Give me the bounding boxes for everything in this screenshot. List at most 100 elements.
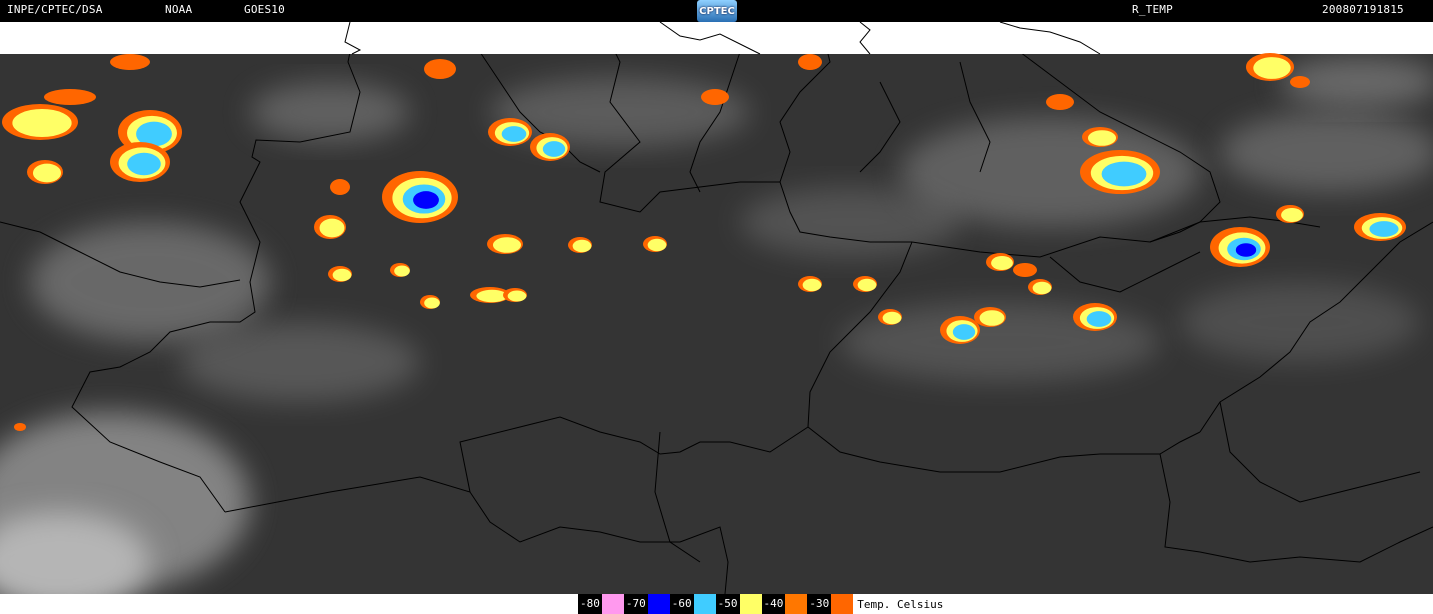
legend-item: -60	[669, 594, 716, 614]
cell-layer	[1290, 76, 1310, 88]
logo-text: CPTEC	[699, 5, 735, 17]
storm-cell	[44, 89, 96, 105]
cell-layer	[1013, 263, 1037, 277]
cell-layer	[424, 297, 440, 309]
storm-cell	[330, 179, 350, 195]
cell-layer	[44, 89, 96, 105]
storm-cell	[974, 307, 1006, 327]
cell-layer	[1235, 243, 1257, 257]
legend-item: -50	[715, 594, 762, 614]
storm-cell	[1028, 279, 1052, 295]
storm-cell	[530, 133, 570, 161]
legend-swatch	[739, 594, 762, 614]
cell-layer	[413, 191, 439, 209]
storm-cell	[1082, 127, 1118, 147]
storm-cell	[1276, 205, 1304, 223]
storm-cell	[1290, 76, 1310, 88]
legend-label: -80	[578, 594, 602, 614]
storm-cell	[986, 253, 1014, 271]
timestamp-label: 200807191815	[1322, 3, 1404, 16]
cell-layer	[1087, 130, 1117, 146]
legend-item: -30	[807, 594, 854, 614]
storm-cell	[798, 276, 822, 292]
legend-label: -40	[761, 594, 786, 614]
cell-layer	[492, 237, 522, 253]
cell-layer	[110, 54, 150, 70]
cell-layer	[330, 179, 350, 195]
storm-cell	[27, 160, 63, 184]
storm-cell	[503, 288, 527, 302]
legend-item: -80	[578, 594, 624, 614]
cell-layer	[476, 289, 508, 303]
storm-cell	[488, 118, 532, 146]
cell-layer	[1032, 281, 1052, 295]
storm-cell	[14, 423, 26, 431]
cell-layer	[542, 141, 566, 157]
cell-layer	[991, 255, 1013, 271]
storm-cell	[798, 54, 822, 70]
cell-layer	[1046, 94, 1074, 110]
legend-swatch	[785, 594, 808, 614]
map-canvas	[0, 22, 1433, 594]
cell-layer	[12, 108, 72, 138]
cell-layer	[14, 423, 26, 431]
cell-layer	[979, 310, 1005, 326]
storm-cell	[1013, 263, 1037, 277]
header-bar: INPE/CPTEC/DSA NOAA GOES10 CPTEC R_TEMP …	[0, 0, 1433, 22]
cell-layer	[1086, 311, 1112, 327]
storm-cell	[110, 142, 170, 182]
legend-item: -40	[761, 594, 808, 614]
cell-layer	[1253, 57, 1291, 79]
cell-layer	[1101, 161, 1147, 187]
legend-label: -70	[623, 594, 648, 614]
cell-layer	[882, 311, 902, 325]
cell-layer	[319, 218, 345, 238]
storm-cell	[853, 276, 877, 292]
satellite-label: GOES10	[244, 3, 285, 16]
storm-cell	[643, 236, 667, 252]
cell-layer	[647, 238, 667, 252]
cell-layer	[1281, 207, 1303, 223]
cell-layer	[798, 54, 822, 70]
legend-label: -60	[669, 594, 694, 614]
storm-cell	[1080, 150, 1160, 194]
legend-label: -30	[807, 594, 832, 614]
cell-layer	[701, 89, 729, 105]
footer-bar: -80 -70 -60 -50 -40 -30 Temp. Celsius	[0, 594, 1433, 614]
legend-item: -70	[623, 594, 670, 614]
storm-cell	[2, 104, 78, 140]
storm-cell	[382, 171, 458, 223]
top-band	[0, 22, 1433, 54]
legend-title: Temp. Celsius	[857, 597, 944, 611]
legend-swatch	[647, 594, 670, 614]
legend-swatch	[831, 594, 854, 614]
cell-layer	[501, 126, 527, 142]
storm-cell	[940, 316, 980, 344]
temperature-legend: -80 -70 -60 -50 -40 -30 Temp. Celsius	[578, 594, 943, 614]
cell-layer	[127, 152, 161, 176]
storm-cell	[1073, 303, 1117, 331]
storm-cell	[1354, 213, 1406, 241]
storm-cell	[1246, 53, 1294, 81]
cell-layer	[394, 265, 410, 277]
cell-layer	[332, 268, 352, 282]
storm-cell	[110, 54, 150, 70]
storm-cell	[701, 89, 729, 105]
cell-layer	[952, 324, 976, 340]
cell-layer	[424, 59, 456, 79]
storm-cell	[390, 263, 410, 277]
storm-cell	[1210, 227, 1270, 267]
storm-cell	[568, 237, 592, 253]
agency-label: NOAA	[165, 3, 193, 16]
satellite-map	[0, 22, 1433, 594]
storm-cell	[1046, 94, 1074, 110]
cell-layer	[857, 278, 877, 292]
storm-cell	[328, 266, 352, 282]
storm-cell	[878, 309, 902, 325]
cell-layer	[507, 290, 527, 302]
cptec-logo: CPTEC	[697, 0, 737, 22]
product-label: R_TEMP	[1132, 3, 1173, 16]
storm-cell	[420, 295, 440, 309]
cell-layer	[32, 163, 62, 183]
storm-cell	[424, 59, 456, 79]
